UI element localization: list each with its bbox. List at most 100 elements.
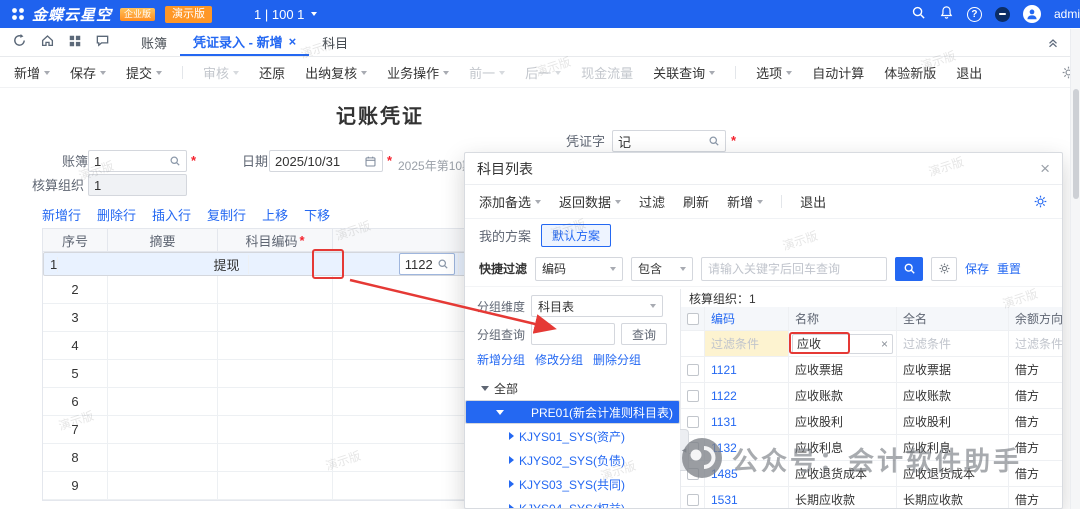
collapse-tabs-icon[interactable]	[1046, 35, 1060, 49]
grid-cell-summary[interactable]	[108, 444, 218, 471]
group-dimension-select[interactable]: 科目表	[531, 295, 663, 317]
bell-icon[interactable]	[939, 5, 954, 23]
sync-icon[interactable]	[12, 33, 27, 51]
fullname-filter-cell[interactable]: 过滤条件	[897, 331, 1009, 356]
account-lookup-icon[interactable]	[437, 258, 449, 270]
account-code-field[interactable]: 1122	[399, 253, 455, 275]
panel-collapse-handle[interactable]	[680, 429, 689, 471]
account-row[interactable]: 1122应收账款应收账款借方	[681, 383, 1062, 409]
date-field[interactable]	[269, 150, 383, 172]
tree-node-3[interactable]: KJYS02_SYS(负债)	[465, 448, 680, 472]
grid-cell-code[interactable]	[218, 332, 333, 359]
grid-cell-summary[interactable]	[108, 276, 218, 303]
row-action-0[interactable]: 新增行	[42, 205, 81, 224]
row-action-4[interactable]: 上移	[262, 205, 288, 224]
voucher-word-lookup-icon[interactable]	[708, 135, 720, 147]
checkbox-icon[interactable]	[687, 416, 699, 428]
dialog-toolbar-button-0[interactable]: 添加备选	[479, 192, 541, 211]
direction-filter-cell[interactable]: 过滤条件	[1009, 331, 1062, 356]
calendar-icon[interactable]	[364, 155, 377, 168]
voucher-word-input[interactable]	[618, 134, 708, 149]
checkbox-icon[interactable]	[687, 364, 699, 376]
book-field[interactable]	[88, 150, 187, 172]
close-icon[interactable]	[1040, 160, 1050, 177]
chevron-right-icon[interactable]	[509, 432, 514, 440]
checkbox-icon[interactable]	[687, 468, 699, 480]
toolbar-button-1[interactable]: 保存	[70, 63, 106, 82]
filter-gear-icon[interactable]	[931, 257, 957, 281]
reset-link[interactable]: 重置	[997, 260, 1021, 277]
row-action-3[interactable]: 复制行	[207, 205, 246, 224]
apps-grid-icon[interactable]	[68, 34, 82, 51]
grid-cell-code[interactable]	[218, 304, 333, 331]
name-filter-cell[interactable]: 应收	[789, 331, 897, 356]
header-fullname[interactable]: 全名	[897, 307, 1009, 330]
checkbox-icon[interactable]	[687, 390, 699, 402]
dialog-toolbar-button-1[interactable]: 返回数据	[559, 192, 621, 211]
row-action-5[interactable]: 下移	[304, 205, 330, 224]
tab-0[interactable]: 账簿	[128, 28, 180, 56]
toolbar-button-13[interactable]: 体验新版	[884, 63, 936, 82]
grid-cell-code[interactable]: 1122	[396, 253, 459, 275]
grid-cell-code[interactable]	[218, 472, 333, 499]
tab-close-icon[interactable]	[289, 35, 297, 48]
dialog-toolbar-button-2[interactable]: 过滤	[639, 192, 665, 211]
toolbar-button-0[interactable]: 新增	[14, 63, 50, 82]
tree-node-0[interactable]: 全部	[465, 376, 680, 400]
theme-toggle-icon[interactable]	[995, 7, 1010, 22]
account-switcher[interactable]: 1 | 100 1	[254, 7, 317, 22]
grid-cell-summary[interactable]	[108, 332, 218, 359]
book-input[interactable]	[94, 154, 169, 169]
grid-cell-summary[interactable]	[108, 416, 218, 443]
toolbar-button-2[interactable]: 提交	[126, 63, 162, 82]
toolbar-button-4[interactable]: 还原	[259, 63, 285, 82]
scrollbar-thumb[interactable]	[1073, 89, 1079, 199]
code-filter-cell[interactable]: 过滤条件	[705, 331, 789, 356]
dialog-toolbar-button-4[interactable]: 新增	[727, 192, 763, 211]
home-icon[interactable]	[40, 33, 55, 51]
keyword-input[interactable]	[701, 257, 887, 281]
select-all-cell[interactable]	[681, 307, 705, 330]
grid-cell-code[interactable]	[218, 416, 333, 443]
search-button[interactable]	[895, 257, 923, 281]
account-code[interactable]: 1132	[705, 435, 789, 460]
group-search-button[interactable]: 查询	[621, 323, 667, 345]
filter-operator-select[interactable]: 包含	[631, 257, 693, 281]
row-select-cell[interactable]	[681, 487, 705, 508]
filter-field-select[interactable]: 编码	[535, 257, 623, 281]
clear-filter-icon[interactable]	[881, 338, 888, 350]
row-select-cell[interactable]	[681, 357, 705, 382]
grid-cell-code[interactable]	[218, 388, 333, 415]
row-action-2[interactable]: 插入行	[152, 205, 191, 224]
chevron-down-icon[interactable]	[496, 410, 504, 415]
grid-cell-summary[interactable]	[108, 304, 218, 331]
scheme-chip[interactable]: 默认方案	[541, 224, 611, 247]
tree-node-5[interactable]: KJYS04_SYS(权益)	[465, 496, 680, 508]
chevron-right-icon[interactable]	[509, 480, 514, 488]
toolbar-button-14[interactable]: 退出	[956, 63, 982, 82]
search-icon[interactable]	[911, 5, 926, 23]
help-icon[interactable]	[967, 7, 982, 22]
account-row[interactable]: 1132应收利息应收利息借方	[681, 435, 1062, 461]
toolbar-button-11[interactable]: 选项	[756, 63, 792, 82]
checkbox-icon[interactable]	[687, 313, 699, 325]
book-lookup-icon[interactable]	[169, 155, 181, 167]
date-input[interactable]	[275, 154, 364, 169]
dialog-toolbar-button-3[interactable]: 刷新	[683, 192, 709, 211]
grid-cell-code[interactable]	[218, 276, 333, 303]
toolbar-button-12[interactable]: 自动计算	[812, 63, 864, 82]
toolbar-button-6[interactable]: 业务操作	[387, 63, 449, 82]
group-action-2[interactable]: 删除分组	[593, 351, 641, 368]
account-code[interactable]: 1131	[705, 409, 789, 434]
avatar[interactable]	[1023, 5, 1041, 23]
tab-1[interactable]: 凭证录入 - 新增	[180, 28, 309, 56]
header-name[interactable]: 名称	[789, 307, 897, 330]
group-action-1[interactable]: 修改分组	[535, 351, 583, 368]
grid-cell-summary[interactable]	[108, 388, 218, 415]
account-code[interactable]: 1531	[705, 487, 789, 508]
chevron-right-icon[interactable]	[509, 504, 514, 508]
tree-node-2[interactable]: KJYS01_SYS(资产)	[465, 424, 680, 448]
checkbox-icon[interactable]	[687, 494, 699, 506]
grid-cell-summary[interactable]: 提现	[205, 255, 248, 274]
grid-cell-code[interactable]	[218, 360, 333, 387]
